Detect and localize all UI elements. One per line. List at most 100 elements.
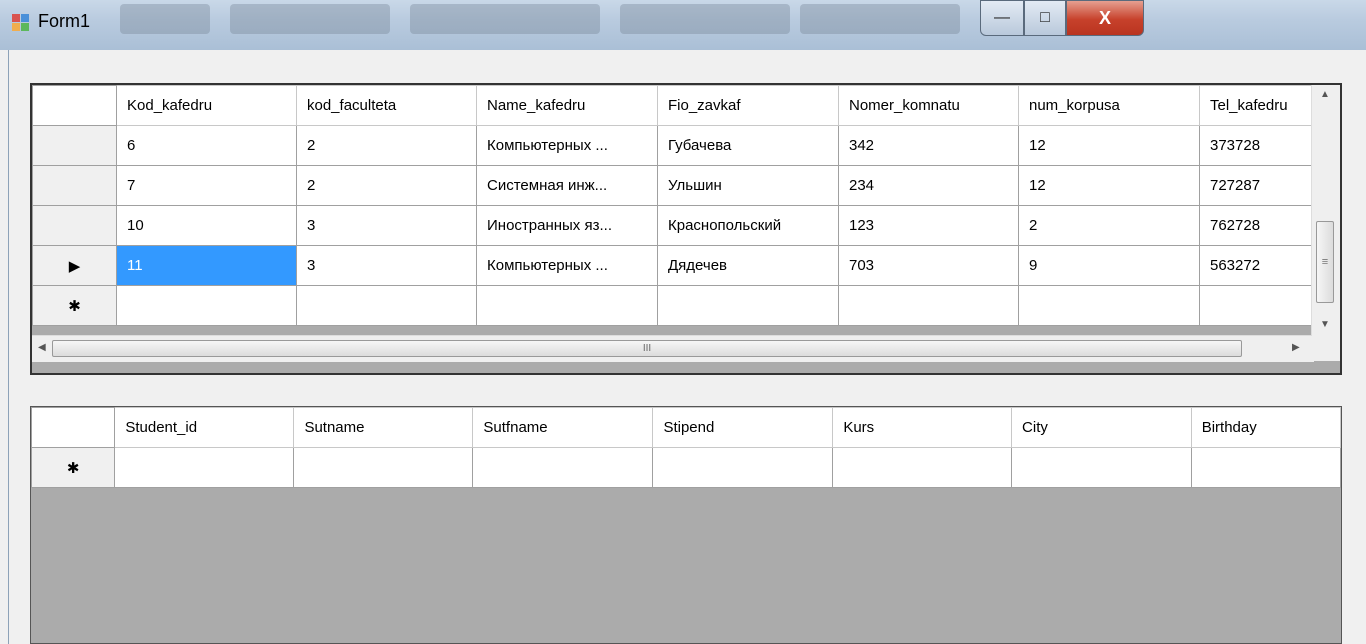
kafedra-table: Kod_kafedru kod_faculteta Name_kafedru Fio_…: [32, 85, 1320, 326]
table-cell[interactable]: Компьютерных ...: [476, 245, 658, 286]
table-cell[interactable]: 10: [116, 205, 297, 246]
close-icon: X: [1098, 7, 1111, 28]
table-cell[interactable]: [472, 447, 654, 488]
form-app-icon: [12, 14, 30, 32]
column-header[interactable]: Stipend: [652, 407, 834, 448]
column-header[interactable]: Sutfname: [472, 407, 654, 448]
table-cell[interactable]: [293, 447, 474, 488]
table-cell[interactable]: 12: [1018, 165, 1200, 206]
table-cell[interactable]: 11: [116, 245, 297, 286]
column-header[interactable]: num_korpusa: [1018, 85, 1200, 126]
table-cell[interactable]: 342: [838, 125, 1019, 166]
table-cell[interactable]: 762728: [1199, 205, 1320, 246]
table-cell[interactable]: 373728: [1199, 125, 1320, 166]
table-cell[interactable]: [476, 285, 658, 326]
vertical-scroll-thumb[interactable]: ≡: [1316, 221, 1334, 303]
table-cell[interactable]: [116, 285, 297, 326]
table-cell[interactable]: 234: [838, 165, 1019, 206]
table-cell[interactable]: [657, 285, 839, 326]
row-header[interactable]: [32, 125, 117, 166]
horizontal-scroll-thumb[interactable]: III: [52, 340, 1242, 357]
table-cell[interactable]: [1018, 285, 1200, 326]
column-header[interactable]: City: [1011, 407, 1192, 448]
header-row: Student_id Sutname Sutfname Stipend Kurs City…: [31, 407, 1341, 448]
maximize-button[interactable]: □: [1024, 0, 1066, 36]
minimize-button[interactable]: —: [980, 0, 1024, 36]
row-header[interactable]: [32, 165, 117, 206]
table-cell[interactable]: Губачева: [657, 125, 839, 166]
table-cell[interactable]: [114, 447, 295, 488]
scroll-left-icon[interactable]: ◀: [38, 342, 46, 353]
table-cell[interactable]: [832, 447, 1013, 488]
background-blur: [800, 4, 960, 34]
scrollbar-corner: [1312, 335, 1340, 361]
table-cell[interactable]: Иностранных яз...: [476, 205, 658, 246]
header-row: Kod_kafedru kod_faculteta Name_kafedru Fio_…: [32, 85, 1320, 126]
scroll-right-icon[interactable]: ▶: [1292, 342, 1300, 353]
table-cell[interactable]: 2: [1018, 205, 1200, 246]
window-title: Form1: [38, 11, 91, 31]
table-cell[interactable]: 727287: [1199, 165, 1320, 206]
column-header[interactable]: Sutname: [293, 407, 474, 448]
table-cell[interactable]: Компьютерных ...: [476, 125, 658, 166]
scroll-down-icon[interactable]: ▼: [1320, 319, 1330, 330]
students-datagrid[interactable]: Student_id Sutname Sutfname Stipend Kurs City…: [30, 406, 1342, 644]
column-header[interactable]: Student_id: [114, 407, 295, 448]
kafedra-datagrid[interactable]: Kod_kafedru kod_faculteta Name_kafedru Fio_…: [30, 83, 1342, 375]
main-window: Form1 — □ X Kod_kafedru kod_faculteta Name…: [0, 0, 1366, 644]
horizontal-scrollbar[interactable]: ◀ III ▶: [32, 335, 1314, 362]
table-cell[interactable]: [1199, 285, 1320, 326]
students-table: Student_id Sutname Sutfname Stipend Kurs City…: [31, 407, 1341, 488]
close-button[interactable]: X: [1066, 0, 1144, 36]
table-row[interactable]: ▶ 11 3 Компьютерных ... Дядечев 703 9 563272: [32, 245, 1320, 286]
table-cell[interactable]: [1011, 447, 1192, 488]
table-cell[interactable]: 703: [838, 245, 1019, 286]
table-cell[interactable]: Краснопольский: [657, 205, 839, 246]
table-cell[interactable]: Системная инж...: [476, 165, 658, 206]
vertical-scrollbar[interactable]: ▲ ≡ ▼: [1311, 85, 1340, 335]
table-cell[interactable]: [838, 285, 1019, 326]
table-cell[interactable]: 7: [116, 165, 297, 206]
new-row-indicator[interactable]: ✱: [32, 285, 117, 326]
top-left-corner-cell[interactable]: [32, 85, 117, 126]
table-cell[interactable]: [296, 285, 477, 326]
background-blur: [410, 4, 600, 34]
row-header[interactable]: [32, 205, 117, 246]
table-row[interactable]: 7 2 Системная инж... Ульшин 234 12 727287: [32, 165, 1320, 206]
table-cell[interactable]: 2: [296, 165, 477, 206]
maximize-icon: □: [1040, 9, 1050, 26]
column-header[interactable]: Kod_kafedru: [116, 85, 297, 126]
table-cell[interactable]: [1190, 447, 1341, 488]
table-cell[interactable]: [652, 447, 834, 488]
table-cell[interactable]: 123: [838, 205, 1019, 246]
column-header[interactable]: Kurs: [832, 407, 1013, 448]
table-cell[interactable]: Дядечев: [657, 245, 839, 286]
table-row[interactable]: 6 2 Компьютерных ... Губачева 342 12 373728: [32, 125, 1320, 166]
title-bar[interactable]: Form1 — □ X: [0, 0, 1366, 50]
column-header[interactable]: Birthday: [1190, 407, 1341, 448]
table-row[interactable]: ✱: [32, 285, 1320, 326]
table-row[interactable]: 10 3 Иностранных яз... Краснопольский 123 2 76…: [32, 205, 1320, 246]
table-cell[interactable]: 6: [116, 125, 297, 166]
column-header[interactable]: Name_kafedru: [476, 85, 658, 126]
column-header[interactable]: Tel_kafedru: [1199, 85, 1320, 126]
table-row[interactable]: ✱: [31, 447, 1341, 488]
scroll-up-icon[interactable]: ▲: [1320, 89, 1330, 100]
background-blur: [230, 4, 390, 34]
table-cell[interactable]: 12: [1018, 125, 1200, 166]
column-header[interactable]: Fio_zavkaf: [657, 85, 839, 126]
minimize-icon: —: [994, 9, 1010, 26]
table-cell[interactable]: 3: [296, 205, 477, 246]
table-cell[interactable]: 9: [1018, 245, 1200, 286]
table-cell[interactable]: 3: [296, 245, 477, 286]
table-cell[interactable]: 563272: [1199, 245, 1320, 286]
column-header[interactable]: kod_faculteta: [296, 85, 477, 126]
background-blur: [120, 4, 210, 34]
column-header[interactable]: Nomer_komnatu: [838, 85, 1019, 126]
table-cell[interactable]: 2: [296, 125, 477, 166]
table-cell[interactable]: Ульшин: [657, 165, 839, 206]
background-blur: [620, 4, 790, 34]
new-row-indicator[interactable]: ✱: [31, 447, 116, 488]
current-row-indicator[interactable]: ▶: [32, 245, 117, 286]
top-left-corner-cell[interactable]: [31, 407, 116, 448]
